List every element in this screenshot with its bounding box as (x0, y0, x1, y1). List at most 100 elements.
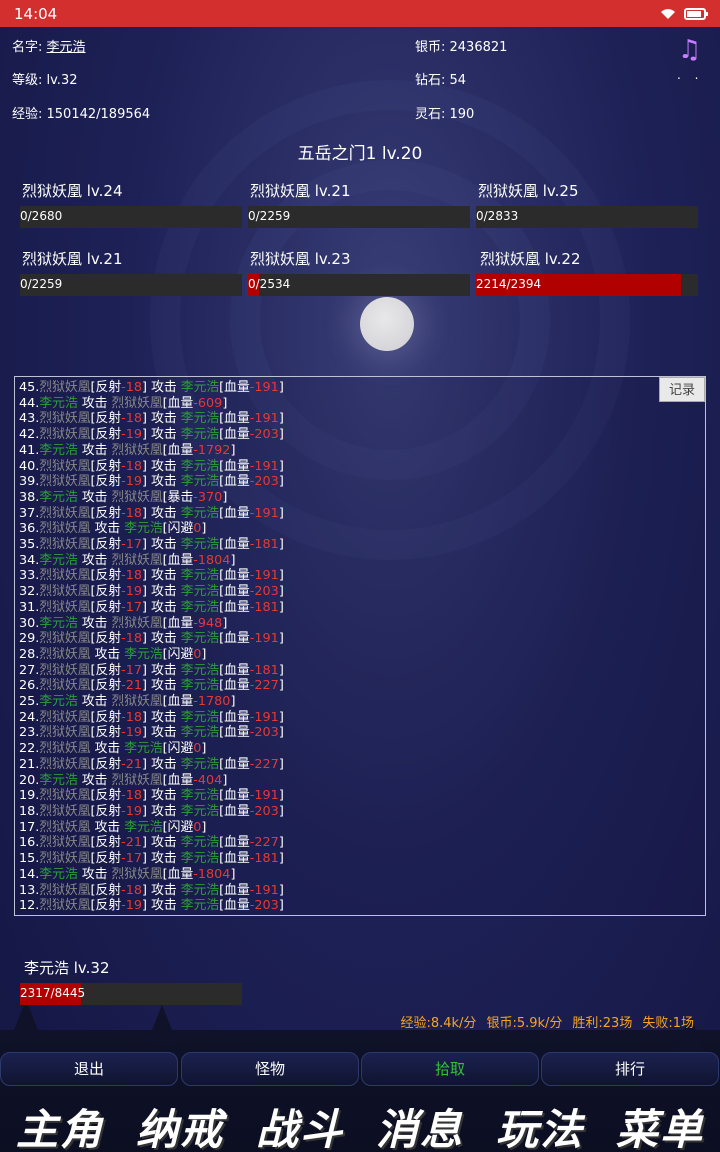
status-bar: 14:04 (0, 0, 720, 27)
loss-count: 失败:1场 (642, 1016, 694, 1031)
tree-silhouette (146, 1005, 178, 1045)
enemy-name: 烈狱妖凰 lv.25 (478, 182, 579, 200)
log-line: 12.烈狱妖凰[反射-19] 攻击 李元浩[血量-203] (19, 898, 284, 914)
silver-rate: 银币:5.9k/分 (486, 1016, 563, 1031)
battle-log[interactable]: 45.烈狱妖凰[反射-18] 攻击 李元浩[血量-191] 44.李元浩 攻击 烈… (14, 376, 706, 916)
log-line: 22.烈狱妖凰 攻击 李元浩[闪避0] (19, 741, 207, 757)
win-count: 胜利:23场 (572, 1016, 633, 1031)
spirit-label: 灵石: (415, 107, 450, 122)
player-name-row: 名字: 李元浩 (12, 36, 86, 55)
player-status-name: 李元浩 lv.32 (24, 959, 110, 977)
exp-value: 150142/189564 (46, 107, 151, 122)
enemy-hp-bar: 0/2833 (476, 206, 698, 228)
pickup-button[interactable]: 拾取 (361, 1052, 539, 1086)
spirit-value: 190 (449, 107, 475, 122)
exit-button[interactable]: 退出 (0, 1052, 178, 1086)
bottom-menu: 主角 纳戒 战斗 消息 玩法 菜单 (0, 1100, 720, 1152)
log-line: 32.烈狱妖凰[反射-19] 攻击 李元浩[血量-203] (19, 584, 284, 600)
tree-silhouette (10, 1000, 42, 1040)
enemy-hp-text: 0/2259 (248, 209, 291, 223)
music-icon[interactable]: ♫ (678, 35, 701, 65)
silver-value: 2436821 (449, 40, 508, 55)
log-line: 19.烈狱妖凰[反射-18] 攻击 李元浩[血量-191] (19, 788, 284, 804)
log-line: 29.烈狱妖凰[反射-18] 攻击 李元浩[血量-191] (19, 631, 284, 647)
log-line: 34.李元浩 攻击 烈狱妖凰[血量-1804] (19, 552, 236, 568)
log-line: 24.烈狱妖凰[反射-18] 攻击 李元浩[血量-191] (19, 709, 284, 725)
player-hp-text: 2317/8445 (20, 986, 86, 1000)
log-line: 42.烈狱妖凰[反射-19] 攻击 李元浩[血量-203] (19, 427, 284, 443)
log-line: 39.烈狱妖凰[反射-19] 攻击 李元浩[血量-203] (19, 474, 284, 490)
enemy-name: 烈狱妖凰 lv.21 (22, 250, 123, 268)
moon (360, 297, 414, 351)
level-label: 等级: (12, 73, 47, 88)
log-line: 30.李元浩 攻击 烈狱妖凰[血量-948] (19, 615, 228, 631)
log-line: 36.烈狱妖凰 攻击 李元浩[闪避0] (19, 521, 207, 537)
enemy-name: 烈狱妖凰 lv.24 (22, 182, 123, 200)
enemy-hp-text: 0/2534 (248, 277, 291, 291)
log-line: 45.烈狱妖凰[反射-18] 攻击 李元浩[血量-191] (19, 380, 284, 395)
log-line: 28.烈狱妖凰 攻击 李元浩[闪避0] (19, 646, 207, 662)
enemy-hp-bar: 2214/2394 (476, 274, 698, 296)
battery-icon (684, 7, 708, 20)
log-line: 25.李元浩 攻击 烈狱妖凰[血量-1780] (19, 694, 236, 710)
exp-rate: 经验:8.4k/分 (400, 1016, 477, 1031)
menu-messages[interactable]: 消息 (376, 1096, 464, 1152)
enemy-name: 烈狱妖凰 lv.21 (250, 182, 351, 200)
battle-log-lines: 45.烈狱妖凰[反射-18] 攻击 李元浩[血量-191] 44.李元浩 攻击 烈… (19, 380, 284, 914)
enemy-hp-text: 2214/2394 (476, 277, 542, 291)
enemy-hp-bar: 0/2259 (20, 274, 242, 296)
diamond-label: 钻石: (415, 73, 450, 88)
player-hp-bar: 2317/8445 (20, 983, 242, 1005)
menu-menu[interactable]: 菜单 (616, 1096, 704, 1152)
log-line: 21.烈狱妖凰[反射-21] 攻击 李元浩[血量-227] (19, 756, 284, 772)
level-value: lv.32 (46, 73, 78, 88)
ranking-button[interactable]: 排行 (541, 1052, 719, 1086)
enemy-hp-bar: 0/2680 (20, 206, 242, 228)
log-line: 18.烈狱妖凰[反射-19] 攻击 李元浩[血量-203] (19, 803, 284, 819)
stage-title: 五岳之门1 lv.20 (297, 144, 423, 164)
wifi-icon (661, 8, 675, 19)
silver-row: 银币: 2436821 (415, 36, 507, 55)
enemy-name: 烈狱妖凰 lv.23 (250, 250, 351, 268)
record-button[interactable]: 记录 (659, 377, 705, 402)
log-line: 26.烈狱妖凰[反射-21] 攻击 李元浩[血量-227] (19, 678, 284, 694)
menu-hero[interactable]: 主角 (16, 1096, 104, 1152)
monsters-button[interactable]: 怪物 (181, 1052, 359, 1086)
enemy-hp-bar: 0/2259 (248, 206, 470, 228)
menu-gameplay[interactable]: 玩法 (496, 1096, 584, 1152)
log-line: 44.李元浩 攻击 烈狱妖凰[血量-609] (19, 395, 228, 411)
enemy-hp-text: 0/2833 (476, 209, 519, 223)
diamond-value: 54 (449, 73, 467, 88)
player-name-link[interactable]: 李元浩 (47, 40, 86, 55)
log-line: 31.烈狱妖凰[反射-17] 攻击 李元浩[血量-181] (19, 599, 284, 615)
log-line: 40.烈狱妖凰[反射-18] 攻击 李元浩[血量-191] (19, 458, 284, 474)
log-line: 43.烈狱妖凰[反射-18] 攻击 李元浩[血量-191] (19, 411, 284, 427)
enemy-hp-bar: 0/2534 (248, 274, 470, 296)
log-line: 35.烈狱妖凰[反射-17] 攻击 李元浩[血量-181] (19, 537, 284, 553)
log-line: 14.李元浩 攻击 烈狱妖凰[血量-1804] (19, 866, 236, 882)
enemy-hp-text: 0/2680 (20, 209, 63, 223)
spirit-row: 灵石: 190 (415, 103, 474, 122)
log-line: 27.烈狱妖凰[反射-17] 攻击 李元浩[血量-181] (19, 662, 284, 678)
silver-label: 银币: (415, 40, 450, 55)
log-line: 17.烈狱妖凰 攻击 李元浩[闪避0] (19, 819, 207, 835)
log-line: 38.李元浩 攻击 烈狱妖凰[暴击-370] (19, 489, 228, 505)
player-level-row: 等级: lv.32 (12, 69, 78, 88)
diamond-row: 钻石: 54 (415, 69, 466, 88)
exp-label: 经验: (12, 107, 47, 122)
enemy-name: 烈狱妖凰 lv.22 (480, 250, 581, 268)
log-line: 41.李元浩 攻击 烈狱妖凰[血量-1792] (19, 442, 236, 458)
menu-battle[interactable]: 战斗 (256, 1096, 344, 1152)
menu-storage[interactable]: 纳戒 (136, 1096, 224, 1152)
more-dots-icon[interactable]: . . (677, 68, 703, 82)
log-line: 16.烈狱妖凰[反射-21] 攻击 李元浩[血量-227] (19, 835, 284, 851)
log-line: 13.烈狱妖凰[反射-18] 攻击 李元浩[血量-191] (19, 882, 284, 898)
log-line: 23.烈狱妖凰[反射-19] 攻击 李元浩[血量-203] (19, 725, 284, 741)
battle-stats: 经验:8.4k/分 银币:5.9k/分 胜利:23场 失败:1场 (390, 1012, 694, 1031)
player-exp-row: 经验: 150142/189564 (12, 103, 150, 122)
enemy-hp-text: 0/2259 (20, 277, 63, 291)
log-line: 20.李元浩 攻击 烈狱妖凰[血量-404] (19, 772, 228, 788)
log-line: 15.烈狱妖凰[反射-17] 攻击 李元浩[血量-181] (19, 851, 284, 867)
log-line: 37.烈狱妖凰[反射-18] 攻击 李元浩[血量-191] (19, 505, 284, 521)
status-time: 14:04 (14, 4, 58, 23)
